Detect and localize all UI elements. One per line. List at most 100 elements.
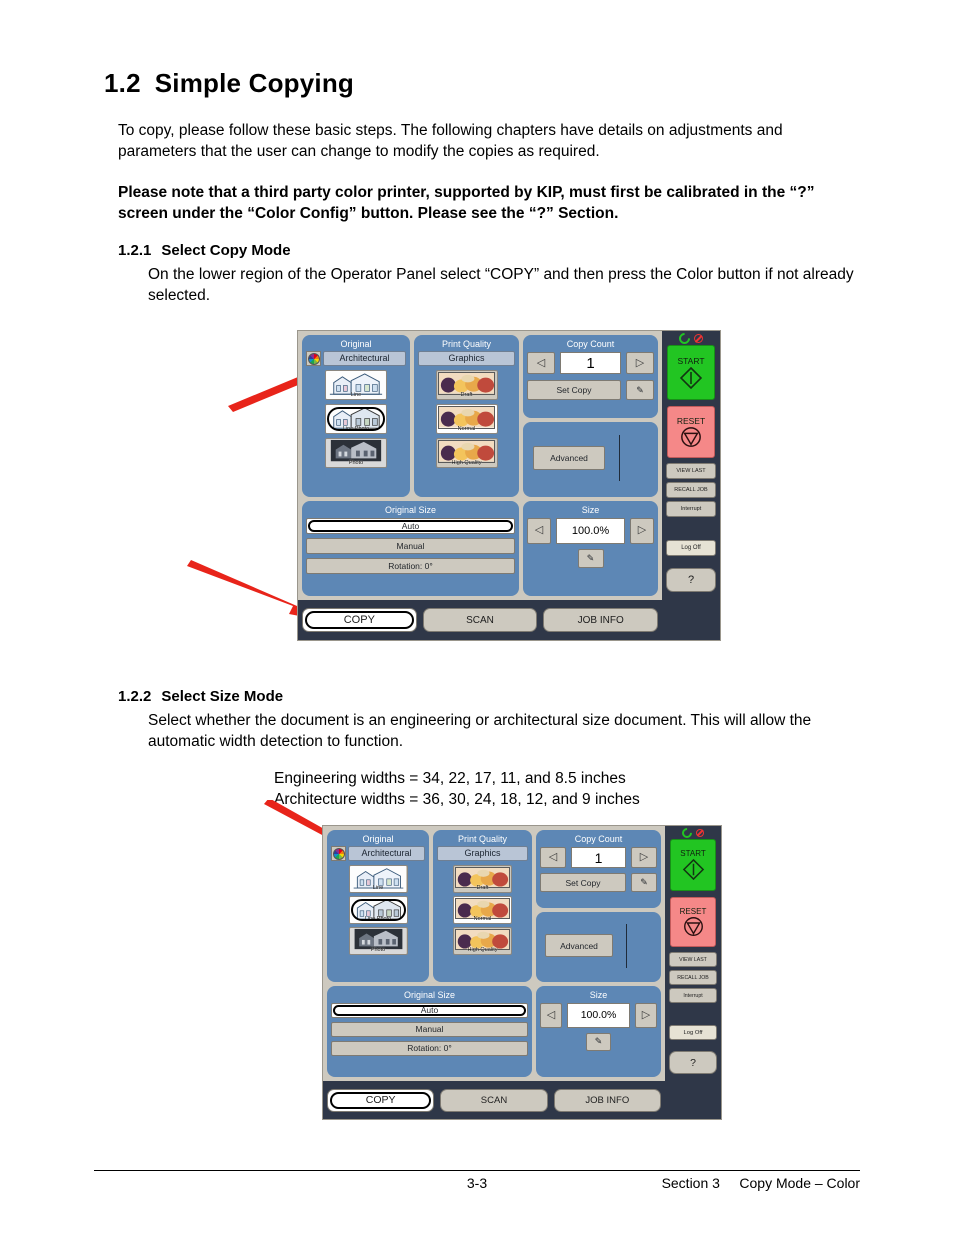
log-off-button-1[interactable]: Log Off (666, 540, 716, 556)
triangle-right-icon: ▷ (637, 524, 647, 537)
print-quality-option-normal-2[interactable]: Normal (453, 896, 512, 924)
copy-count-increment-button-2[interactable]: ▷ (631, 847, 657, 868)
original-mode-button-2[interactable]: Architectural (348, 846, 425, 861)
original-size-rotation-button-2[interactable]: Rotation: 0° (331, 1040, 528, 1056)
start-label-2: START (680, 849, 706, 858)
size-edit-button-2[interactable]: ✎ (586, 1032, 611, 1051)
group-original-size-1: Original Size Auto Manual Rotation: 0° (302, 500, 519, 597)
print-quality-option-label-1-1: Normal (457, 426, 476, 432)
original-size-rotation-button-1[interactable]: Rotation: 0° (306, 557, 515, 574)
widths-engineering: Engineering widths = 34, 22, 17, 11, and… (274, 770, 626, 787)
original-option-label-2-0: Line (372, 885, 384, 891)
print-quality-option-label-2-2: High Quality (467, 947, 498, 953)
size-increment-button-1[interactable]: ▷ (630, 517, 654, 544)
print-quality-option-label-2-0: Draft (476, 885, 489, 891)
size-value-2[interactable]: 100.0% (567, 1002, 630, 1028)
group-print-quality-1: Print Quality Graphics Draft Normal High… (414, 335, 519, 497)
original-option-line-1[interactable]: Line (325, 370, 387, 400)
group-size-title-2: Size (589, 989, 608, 1000)
copy-count-column-1: Copy Count ◁ 1 ▷ Set Copy ✎ Advanced (523, 335, 658, 497)
copy-count-increment-button-1[interactable]: ▷ (626, 352, 654, 374)
size-increment-button-2[interactable]: ▷ (635, 1002, 657, 1028)
nav-copy-button-1[interactable]: COPY (302, 608, 417, 633)
print-quality-option-draft-2[interactable]: Draft (453, 865, 512, 893)
original-option-label-1-1: Line Photo (342, 426, 370, 432)
nav-copy-label-2: COPY (365, 1094, 396, 1107)
copy-count-value-2[interactable]: 1 (571, 847, 626, 868)
size-value-1[interactable]: 100.0% (556, 517, 625, 544)
nav-copy-button-2[interactable]: COPY (327, 1088, 435, 1112)
reset-button-2[interactable]: RESET (670, 897, 716, 947)
interrupt-button-1[interactable]: Interrupt (666, 501, 716, 517)
print-quality-option-normal-1[interactable]: Normal (435, 404, 498, 434)
print-quality-mode-button-1[interactable]: Graphics (418, 351, 515, 366)
set-copy-button-2[interactable]: Set Copy (540, 873, 626, 892)
help-button-1[interactable]: ? (666, 568, 716, 592)
nav-buttons-1: COPY SCAN JOB INFO (302, 608, 659, 633)
panel-top-groups-2: Original Architectural Line Line Photo P… (327, 830, 661, 982)
original-size-manual-button-1[interactable]: Manual (306, 537, 515, 554)
advanced-divider (619, 435, 620, 482)
group-print-quality-2: Print Quality Graphics Draft Normal High… (433, 830, 532, 982)
print-quality-option-high-quality-2[interactable]: High Quality (453, 927, 512, 955)
triangle-right-icon: ▷ (635, 356, 645, 369)
print-quality-option-high-quality-1[interactable]: High Quality (435, 438, 498, 468)
pencil-icon: ✎ (636, 384, 644, 395)
original-option-label-1-0: Line (350, 392, 362, 398)
group-original-title-1: Original (340, 339, 372, 349)
original-size-auto-button-2[interactable]: Auto (331, 1002, 528, 1018)
original-option-photo-1[interactable]: Photo (325, 438, 387, 468)
size-decrement-button-2[interactable]: ◁ (540, 1002, 562, 1028)
group-original-2: Original Architectural Line Line Photo P… (327, 830, 429, 982)
log-off-button-2[interactable]: Log Off (669, 1025, 717, 1040)
group-original-size-title-2: Original Size (403, 989, 456, 1000)
print-quality-mode-button-2[interactable]: Graphics (437, 846, 528, 861)
copy-count-value-1[interactable]: 1 (560, 352, 621, 374)
start-button-2[interactable]: START (670, 839, 716, 891)
set-copy-button-1[interactable]: Set Copy (527, 380, 621, 400)
original-option-photo-2[interactable]: Photo (348, 927, 408, 955)
print-quality-option-label-1-2: High Quality (451, 460, 482, 466)
original-option-line-photo-1[interactable]: Line Photo (325, 404, 387, 434)
note-paragraph: Please note that a third party color pri… (118, 184, 815, 222)
operator-panel-screenshot-1[interactable]: Original Architectural Line Line Photo P… (297, 330, 721, 641)
original-option-line-photo-2[interactable]: Line Photo (348, 896, 408, 924)
operator-panel-screenshot-2[interactable]: Original Architectural Line Line Photo P… (322, 825, 722, 1120)
nav-scan-button-1[interactable]: SCAN (422, 608, 538, 633)
start-button-1[interactable]: START (667, 345, 715, 400)
original-mode-button-1[interactable]: Architectural (323, 351, 406, 366)
recall-job-button-2[interactable]: RECALL JOB (669, 970, 717, 985)
interrupt-button-2[interactable]: Interrupt (669, 988, 717, 1003)
nav-jobinfo-button-1[interactable]: JOB INFO (543, 608, 659, 633)
copy-count-edit-button-1[interactable]: ✎ (626, 380, 654, 400)
view-last-button-1[interactable]: VIEW LAST (666, 463, 716, 479)
group-copy-count-2: Copy Count ◁ 1 ▷ Set Copy ✎ (536, 830, 661, 908)
section-122-title: Select Size Mode (161, 688, 284, 705)
error-led-icon (694, 333, 703, 343)
status-leds-2 (665, 825, 721, 840)
advanced-button-1[interactable]: Advanced (533, 446, 605, 471)
nav-scan-button-2[interactable]: SCAN (440, 1088, 548, 1112)
size-edit-button-1[interactable]: ✎ (577, 548, 604, 568)
reset-button-1[interactable]: RESET (667, 406, 715, 458)
color-button-2[interactable] (331, 846, 346, 861)
print-quality-option-draft-1[interactable]: Draft (435, 370, 498, 400)
original-size-auto-button-1[interactable]: Auto (306, 517, 515, 534)
view-last-button-2[interactable]: VIEW LAST (669, 952, 717, 967)
copy-count-decrement-button-1[interactable]: ◁ (527, 352, 555, 374)
nav-jobinfo-button-2[interactable]: JOB INFO (553, 1088, 661, 1112)
copy-count-decrement-button-2[interactable]: ◁ (540, 847, 566, 868)
original-size-manual-button-2[interactable]: Manual (331, 1021, 528, 1037)
section-121-title: Select Copy Mode (161, 242, 291, 259)
advanced-button-2[interactable]: Advanced (545, 934, 613, 958)
original-option-line-2[interactable]: Line (348, 865, 408, 893)
copy-count-edit-button-2[interactable]: ✎ (631, 873, 657, 892)
color-button-1[interactable] (306, 351, 321, 366)
size-decrement-button-1[interactable]: ◁ (527, 517, 551, 544)
start-diamond-icon (682, 858, 704, 881)
original-option-label-2-1: Line Photo (364, 916, 392, 922)
help-button-2[interactable]: ? (669, 1051, 717, 1074)
recall-job-button-1[interactable]: RECALL JOB (666, 482, 716, 498)
group-advanced-2: Advanced (536, 912, 661, 982)
group-size-2: Size ◁ 100.0% ▷ ✎ (536, 985, 661, 1078)
